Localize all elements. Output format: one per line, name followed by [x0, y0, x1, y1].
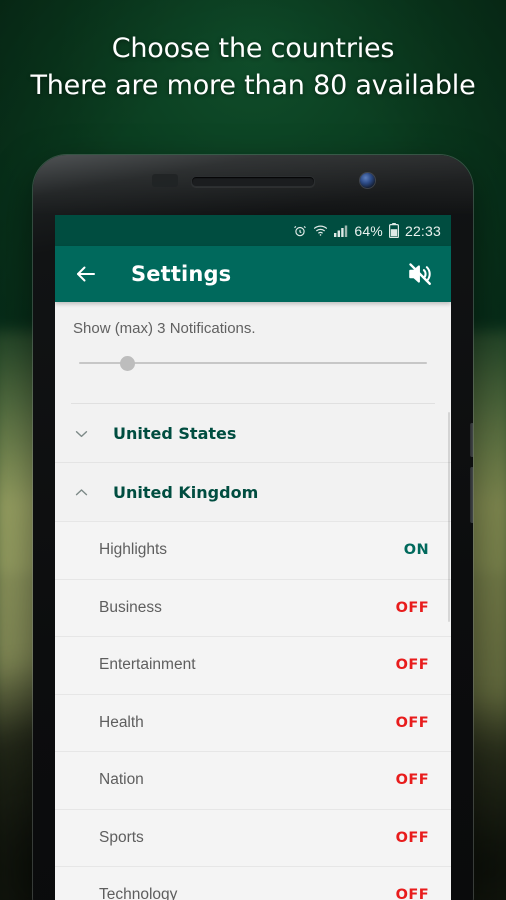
promo-headline: Choose the countries There are more than…: [0, 33, 506, 102]
cellular-signal-icon: [334, 224, 348, 237]
headline-line-1: Choose the countries: [111, 33, 395, 64]
category-row[interactable]: Sports OFF: [55, 809, 451, 867]
earpiece-speaker: [191, 176, 315, 187]
category-row[interactable]: Nation OFF: [55, 752, 451, 810]
country-row-united-kingdom[interactable]: United Kingdom: [55, 463, 451, 521]
category-state: OFF: [395, 657, 429, 674]
category-label: Nation: [99, 771, 144, 789]
promo-screenshot: Choose the countries There are more than…: [0, 0, 506, 900]
category-label: Entertainment: [99, 656, 196, 674]
notifications-block: Show (max) 3 Notifications.: [55, 302, 451, 337]
category-row[interactable]: Entertainment OFF: [55, 637, 451, 695]
notifications-slider[interactable]: [55, 341, 451, 385]
wifi-icon: [313, 224, 328, 237]
category-state: ON: [403, 542, 429, 559]
category-state: OFF: [395, 829, 429, 846]
category-state: OFF: [395, 599, 429, 616]
status-bar: 64% 22:33: [55, 215, 451, 246]
volume-down-button[interactable]: [470, 467, 473, 523]
category-state: OFF: [395, 714, 429, 731]
volume-off-icon[interactable]: [403, 257, 437, 291]
status-bar-clock: 22:33: [404, 222, 441, 239]
country-row-united-states[interactable]: United States: [55, 404, 451, 463]
page-title: Settings: [131, 262, 232, 286]
volume-up-button[interactable]: [470, 423, 473, 457]
country-name: United Kingdom: [113, 482, 259, 502]
category-label: Highlights: [99, 541, 168, 559]
alarm-clock-icon: [293, 224, 307, 238]
scrollbar[interactable]: [448, 412, 450, 622]
country-name: United States: [113, 423, 237, 443]
category-row[interactable]: Highlights ON: [55, 521, 451, 580]
settings-content: Show (max) 3 Notifications. United State…: [55, 302, 451, 900]
phone-screen: 64% 22:33 Settings Show (max) 3 Notifica…: [55, 215, 451, 900]
category-label: Business: [99, 598, 162, 616]
category-row[interactable]: Technology OFF: [55, 867, 451, 900]
battery-icon: [388, 223, 399, 238]
phone-mockup: 64% 22:33 Settings Show (max) 3 Notifica…: [33, 155, 473, 900]
app-bar: Settings: [55, 246, 451, 302]
category-state: OFF: [395, 887, 429, 900]
headline-line-2: There are more than 80 available: [30, 69, 476, 101]
category-label: Technology: [99, 886, 178, 900]
front-camera: [360, 173, 375, 188]
slider-thumb[interactable]: [120, 355, 136, 371]
category-row[interactable]: Business OFF: [55, 579, 451, 637]
slider-track[interactable]: [79, 355, 427, 371]
battery-percent-label: 64%: [354, 222, 383, 239]
chevron-up-icon: [73, 484, 99, 501]
category-label: Sports: [99, 828, 144, 846]
back-arrow-icon[interactable]: [69, 257, 103, 291]
chevron-down-icon: [73, 425, 99, 442]
proximity-sensor: [152, 174, 178, 187]
notifications-label: Show (max) 3 Notifications.: [73, 320, 256, 337]
category-state: OFF: [395, 772, 429, 789]
category-row[interactable]: Health OFF: [55, 694, 451, 752]
category-label: Health: [99, 713, 144, 731]
